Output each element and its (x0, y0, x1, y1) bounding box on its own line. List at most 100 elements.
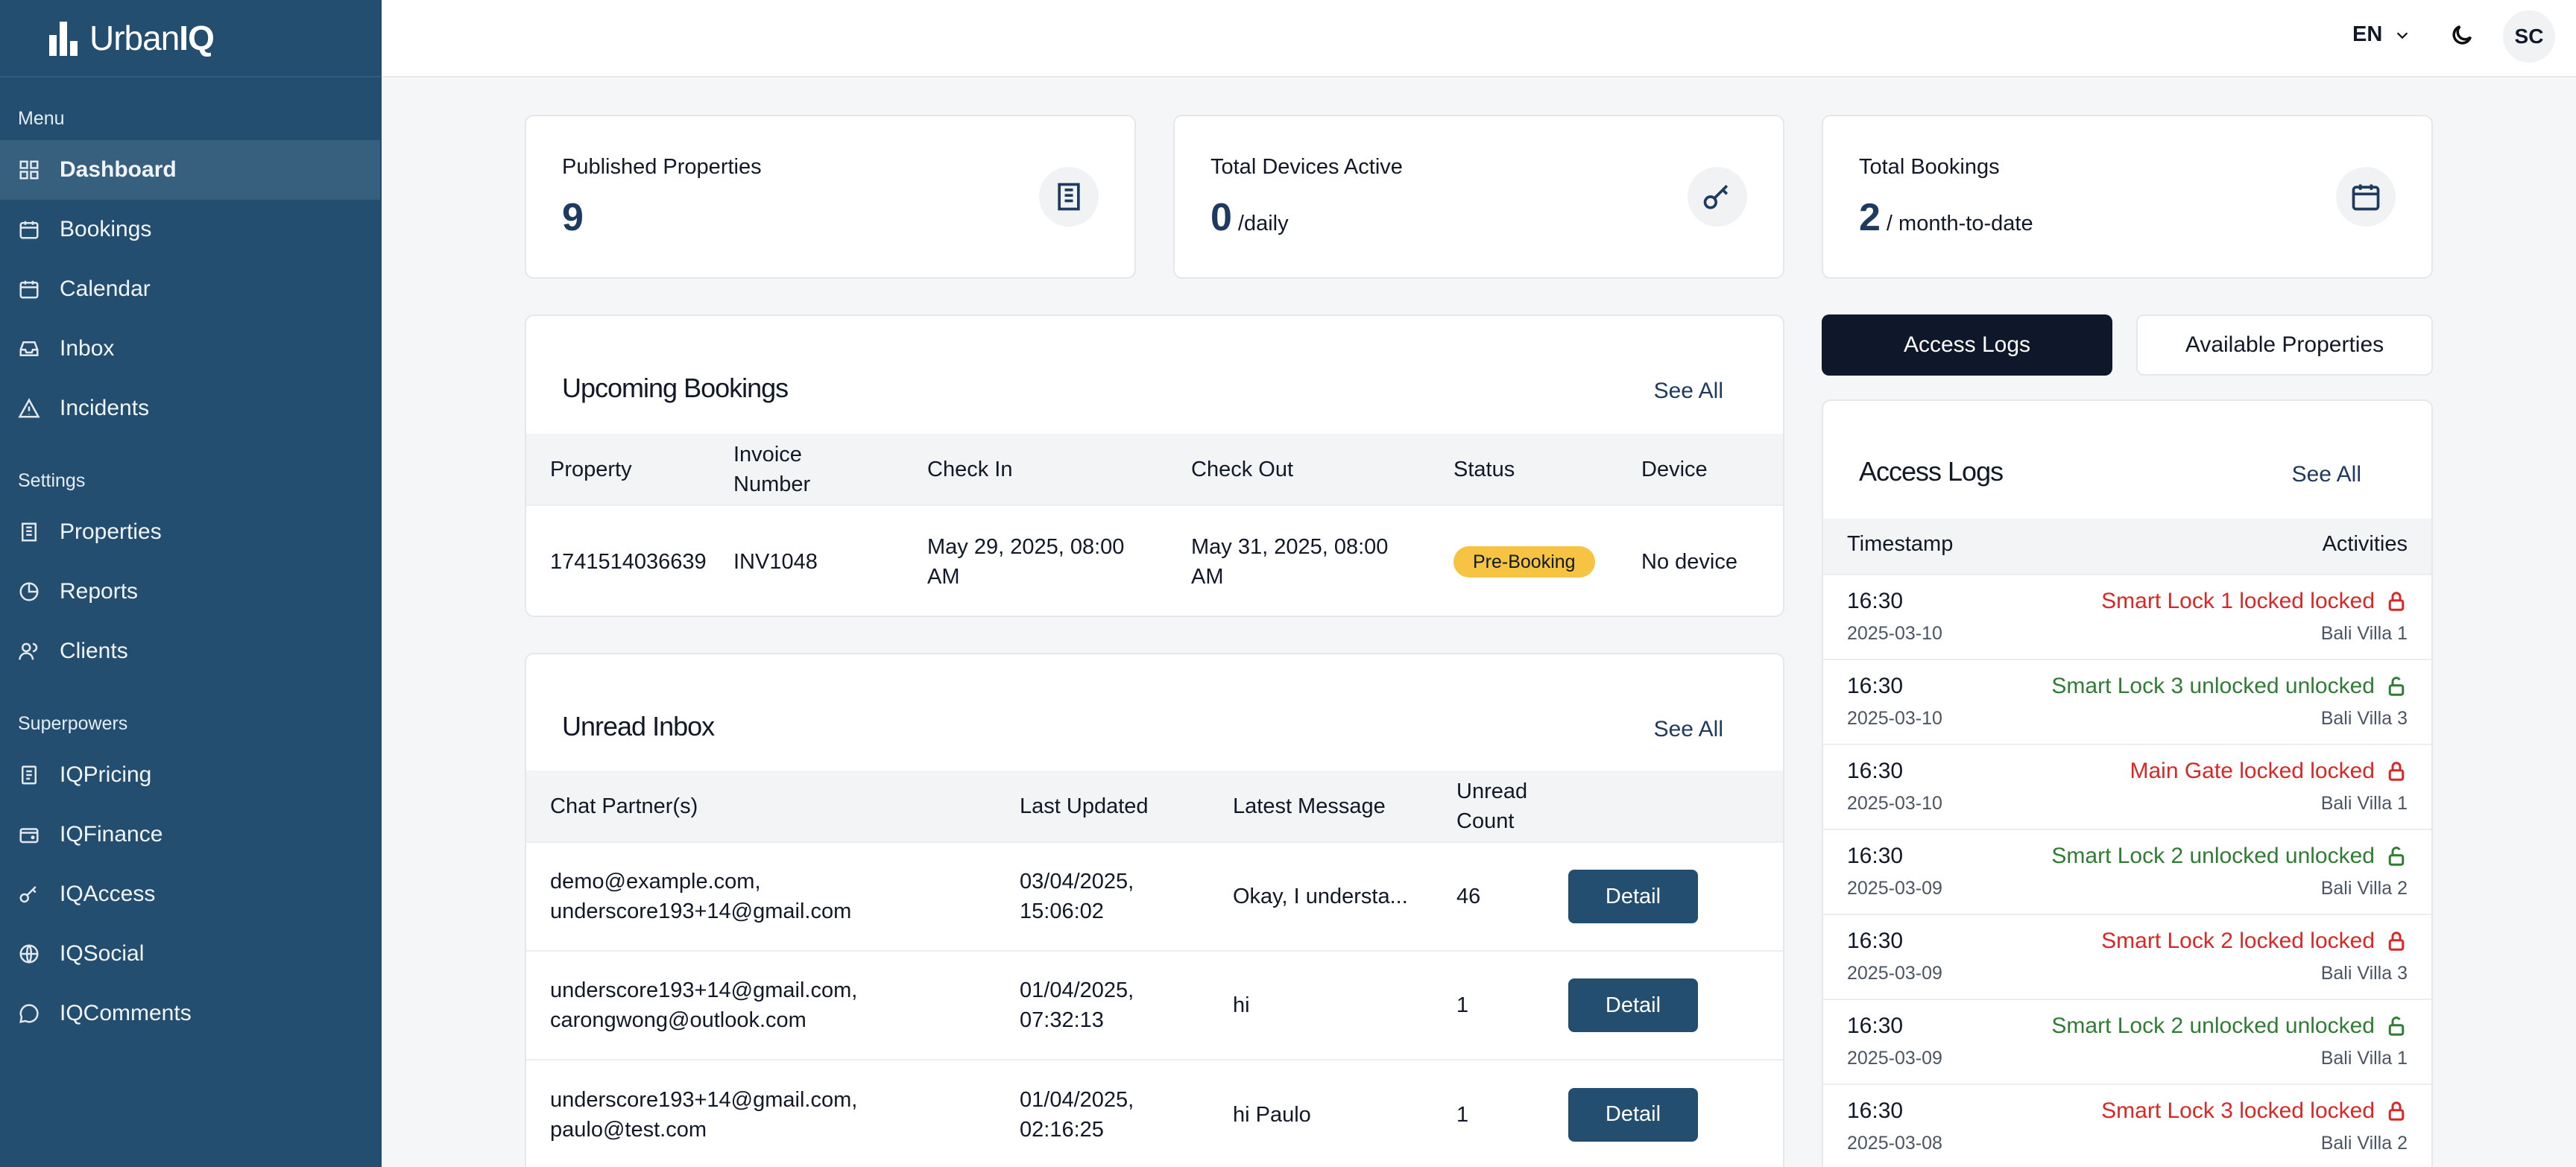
log-activity: Main Gate locked locked (2130, 759, 2408, 784)
tab-available-properties[interactable]: Available Properties (2136, 314, 2433, 376)
sidebar-item-calendar[interactable]: Calendar (0, 259, 380, 319)
stat-card-devices-active: Total Devices Active 0/daily (1173, 115, 1784, 279)
warning-icon (18, 397, 40, 420)
list-item[interactable]: 16:30 2025-03-09 Smart Lock 2 unlocked unl… (1823, 999, 2431, 1084)
log-date: 2025-03-10 (1847, 793, 1942, 814)
stat-title: Total Devices Active (1210, 155, 1403, 179)
log-time: 16:30 (1847, 674, 1904, 698)
col-device: Device (1641, 434, 1783, 505)
unlock-icon (2388, 847, 2405, 866)
sidebar-item-inbox[interactable]: Inbox (0, 319, 380, 379)
list-item[interactable]: 16:30 2025-03-09 Smart Lock 2 unlocked unl… (1823, 829, 2431, 914)
sidebar-item-iqcomments[interactable]: IQComments (0, 984, 380, 1043)
sidebar-item-reports[interactable]: Reports (0, 562, 380, 622)
sidebar-item-iqaccess[interactable]: IQAccess (0, 864, 380, 924)
col-timestamp: Timestamp (1847, 532, 1954, 556)
log-time: 16:30 (1847, 589, 1904, 613)
topbar (382, 0, 2576, 78)
col-invoice-number: Invoice Number (733, 434, 927, 505)
sidebar-item-iqfinance[interactable]: IQFinance (0, 805, 380, 864)
upcoming-bookings-see-all[interactable]: See All (1654, 379, 1723, 404)
log-property: Bali Villa 1 (2320, 623, 2408, 644)
log-property: Bali Villa 1 (2320, 1048, 2408, 1069)
col-status: Status (1453, 434, 1641, 505)
calendar-icon (18, 218, 40, 241)
col-activities: Activities (2322, 532, 2408, 556)
list-item[interactable]: 16:30 2025-03-08 Smart Lock 3 locked locke… (1823, 1084, 2431, 1167)
sidebar-item-clients[interactable]: Clients (0, 622, 380, 681)
calendar-icon (18, 278, 40, 300)
log-time: 16:30 (1847, 1013, 1904, 1038)
detail-button[interactable]: Detail (1568, 978, 1698, 1032)
upcoming-bookings-card: Upcoming Bookings See All Property Invoi… (525, 314, 1784, 617)
list-item[interactable]: 16:30 2025-03-10 Smart Lock 3 unlocked unl… (1823, 659, 2431, 744)
log-time: 16:30 (1847, 1098, 1904, 1123)
sidebar-item-iqsocial[interactable]: IQSocial (0, 924, 380, 984)
calendar-icon (2336, 167, 2396, 227)
table-row[interactable]: 1741514036639 INV1048 May 29, 2025, 08:0… (526, 505, 1783, 616)
table-row[interactable]: underscore193+14@gmail.com, paulo@test.c… (526, 1059, 1783, 1167)
list-item[interactable]: 16:30 2025-03-10 Main Gate locked locked Ba… (1823, 744, 2431, 829)
table-row[interactable]: underscore193+14@gmail.com, carongwong@o… (526, 950, 1783, 1060)
sidebar-item-dashboard[interactable]: Dashboard (0, 140, 380, 200)
lock-icon (2388, 592, 2405, 611)
unread-inbox-card: Unread Inbox See All Chat Partner(s) Las… (525, 653, 1784, 1167)
logo-text: UrbanIQ (89, 19, 215, 57)
sidebar-item-properties[interactable]: Properties (0, 502, 380, 562)
pie-chart-icon (18, 581, 40, 603)
tab-access-logs[interactable]: Access Logs (1822, 314, 2112, 376)
col-unread-count: Unread Count (1456, 771, 1568, 842)
detail-button[interactable]: Detail (1568, 1087, 1698, 1142)
upcoming-bookings-title: Upcoming Bookings (562, 373, 789, 403)
log-activity: Smart Lock 2 unlocked unlocked (2051, 844, 2408, 869)
sidebar: UrbanIQ Menu Dashboard Bookings Calendar… (0, 0, 382, 1167)
log-date: 2025-03-08 (1847, 1133, 1942, 1154)
log-activity: Smart Lock 2 unlocked unlocked (2051, 1013, 2408, 1039)
log-date: 2025-03-09 (1847, 1048, 1942, 1069)
building-icon (18, 521, 40, 543)
sidebar-item-incidents[interactable]: Incidents (0, 379, 380, 438)
log-activity: Smart Lock 1 locked locked (2101, 589, 2408, 614)
moon-icon (2452, 25, 2472, 45)
stat-card-total-bookings: Total Bookings 2/ month-to-date (1822, 115, 2433, 279)
access-logs-title: Access Logs (1859, 456, 2004, 487)
sidebar-section-settings: Settings (18, 470, 86, 491)
detail-button[interactable]: Detail (1568, 870, 1698, 923)
stat-title: Total Bookings (1859, 155, 2000, 179)
wallet-icon (18, 823, 40, 846)
unlock-icon (2388, 677, 2405, 696)
dark-mode-toggle[interactable] (2449, 22, 2476, 49)
log-property: Bali Villa 2 (2320, 1133, 2408, 1154)
log-time: 16:30 (1847, 844, 1904, 868)
logo[interactable]: UrbanIQ (0, 0, 382, 78)
globe-icon (18, 943, 40, 965)
table-row[interactable]: demo@example.com, underscore193+14@gmail… (526, 841, 1783, 951)
language-selector[interactable]: EN (2352, 22, 2411, 47)
unread-inbox-see-all[interactable]: See All (1654, 717, 1723, 742)
log-date: 2025-03-10 (1847, 708, 1942, 729)
key-icon (18, 883, 40, 905)
col-chat-partners: Chat Partner(s) (526, 771, 1020, 842)
sidebar-item-iqpricing[interactable]: IQPricing (0, 745, 380, 805)
unread-inbox-table: Chat Partner(s) Last Updated Latest Mess… (526, 771, 1783, 1167)
col-last-updated: Last Updated (1020, 771, 1233, 842)
log-activity: Smart Lock 3 unlocked unlocked (2051, 674, 2408, 699)
avatar[interactable]: SC (2503, 10, 2555, 63)
inbox-icon (18, 338, 40, 360)
stat-value: 0/daily (1210, 196, 1289, 239)
log-property: Bali Villa 3 (2320, 708, 2408, 729)
col-check-out: Check Out (1191, 434, 1453, 505)
col-latest-message: Latest Message (1233, 771, 1456, 842)
access-logs-header: Timestamp Activities (1823, 519, 2431, 574)
unlock-icon (2388, 1016, 2405, 1036)
list-item[interactable]: 16:30 2025-03-10 Smart Lock 1 locked locke… (1823, 574, 2431, 659)
col-actions (1568, 771, 1783, 842)
sidebar-item-bookings[interactable]: Bookings (0, 200, 380, 259)
sidebar-section-superpowers: Superpowers (18, 713, 128, 734)
users-icon (18, 640, 40, 662)
list-item[interactable]: 16:30 2025-03-09 Smart Lock 2 locked locke… (1823, 914, 2431, 999)
log-date: 2025-03-10 (1847, 623, 1942, 644)
stat-value: 2/ month-to-date (1859, 196, 2033, 239)
access-logs-see-all[interactable]: See All (2292, 462, 2361, 487)
chevron-down-icon (2397, 31, 2408, 39)
